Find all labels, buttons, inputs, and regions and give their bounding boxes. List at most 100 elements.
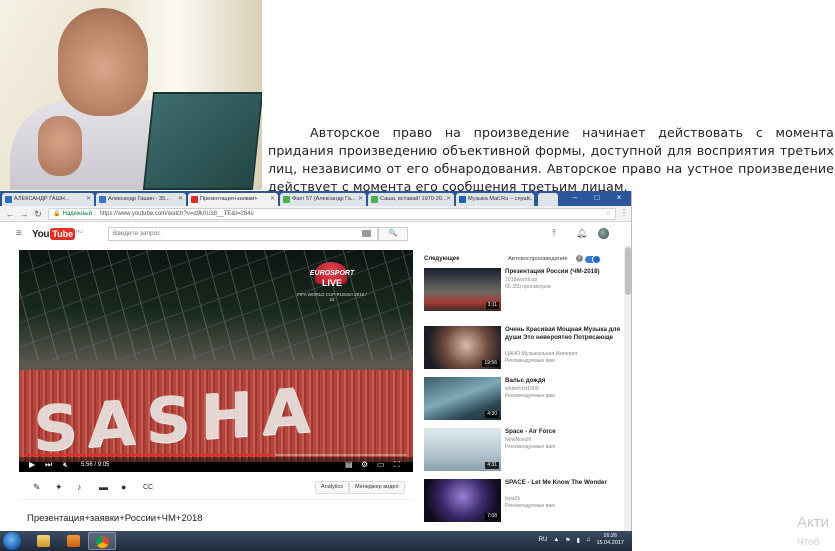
suggested-title[interactable]: Очень Красивая Мощная Музыка для души Эт…	[505, 326, 623, 341]
info-icon[interactable]: i	[576, 255, 583, 262]
browser-tab-5[interactable]: Саша, вставай! 1970-20... ✕	[368, 193, 454, 206]
suggested-channel: NewNoschi	[505, 437, 532, 443]
suggested-video-2[interactable]: 19:56 Очень Красивая Мощная Музыка для д…	[424, 326, 624, 371]
maximize-button[interactable]: □	[586, 192, 608, 204]
photo-book	[142, 92, 262, 190]
subtitles-icon[interactable]: ▤	[345, 459, 353, 470]
scrollbar-thumb[interactable]	[625, 247, 631, 295]
flag-icon[interactable]: ⚑	[565, 537, 570, 544]
tab-close-icon[interactable]: ✕	[526, 193, 531, 206]
activation-watermark: Акти	[797, 514, 829, 531]
screen: Авторское право на произведение начинает…	[0, 0, 835, 551]
suggested-views: Рекомендуемые вам	[505, 393, 555, 399]
back-arrow-icon[interactable]: ←	[4, 207, 16, 221]
url-text: https://www.youtube.com/watch?v=d9k0Us8_…	[99, 211, 254, 217]
address-bar: ← → ↻ 🔒 Надежный | https://www.youtube.com/…	[0, 206, 631, 222]
upload-icon[interactable]: ⤒	[552, 228, 556, 239]
suggested-video-5[interactable]: 7:08 SPACE - Let Me Know The Wonder lepa…	[424, 479, 624, 524]
suggested-title[interactable]: Вальс дождя	[505, 377, 623, 385]
tab-label: Презентация+заявки+	[200, 196, 258, 202]
browser-menu-icon[interactable]: ⋮	[620, 208, 628, 217]
video-duration: 4:31	[485, 462, 499, 469]
language-indicator[interactable]: RU	[539, 537, 548, 543]
tab-label: АЛЕКСАНДР ГАШН...	[14, 196, 70, 202]
browser-tab-1[interactable]: АЛЕКСАНДР ГАШН... ✕	[2, 193, 94, 206]
suggested-video-3[interactable]: 4:30 Вальс дождя whitefrost1000 Рекоменд…	[424, 377, 624, 422]
suggested-video-4[interactable]: 4:31 Space - Air Force NewNoschi Рекомен…	[424, 428, 624, 473]
tab-favicon	[283, 196, 290, 203]
volume-icon[interactable]: ♫	[586, 537, 591, 543]
next-icon[interactable]: ⏭	[45, 459, 52, 470]
keyboard-icon[interactable]	[362, 230, 371, 237]
new-tab-button[interactable]	[538, 193, 558, 206]
webcam-photo	[0, 0, 262, 190]
annotations-icon[interactable]: ▬	[99, 482, 108, 492]
subtitles-cc-icon[interactable]: CC	[143, 484, 153, 491]
tab-close-icon[interactable]: ✕	[86, 193, 91, 206]
suggested-title[interactable]: SPACE - Let Me Know The Wonder	[505, 479, 623, 487]
chrome-taskbar-button[interactable]	[88, 532, 116, 550]
browser-tab-4[interactable]: Факт 57 (Александр Га... ✕	[280, 193, 366, 206]
bookmark-star-icon[interactable]: ☆	[606, 209, 611, 219]
theater-mode-icon[interactable]: ▭	[377, 459, 385, 470]
video-thumbnail[interactable]: 4:30	[424, 377, 501, 420]
suggested-title[interactable]: Презентация России (ЧМ-2018)	[505, 268, 623, 276]
explorer-taskbar-button[interactable]	[30, 532, 58, 550]
tray-arrow-icon[interactable]: ▲	[553, 537, 559, 543]
suggested-title[interactable]: Space - Air Force	[505, 428, 623, 436]
suggested-video-1[interactable]: 3:11 Презентация России (ЧМ-2018) 2018wo…	[424, 268, 624, 313]
search-button[interactable]: 🔍	[378, 227, 408, 241]
browser-tab-3-active[interactable]: Презентация+заявки+ ✕	[188, 193, 278, 206]
suggested-channel: lepa2k	[505, 496, 521, 502]
browser-tab-6[interactable]: Музыка Mail.Ru – слуш... ✕	[456, 193, 534, 206]
network-icon[interactable]: ▮	[577, 537, 580, 544]
system-clock[interactable]: 16:26 15.04.2017	[596, 533, 624, 547]
media-player-taskbar-button[interactable]	[60, 532, 88, 550]
video-thumbnail[interactable]: 7:08	[424, 479, 501, 522]
url-field[interactable]: 🔒 Надежный | https://www.youtube.com/watch?…	[48, 208, 616, 220]
autoplay-label: Автовоспроизведение	[508, 256, 568, 262]
browser-tab-2[interactable]: Александр Гашин - 35... ✕	[96, 193, 186, 206]
forward-arrow-icon[interactable]: →	[18, 207, 30, 221]
lock-icon: 🔒	[53, 211, 61, 217]
video-title: Презентация+заявки+России+ЧМ+2018	[27, 513, 203, 524]
windows-taskbar: RU ▲ ⚑ ▮ ♫ 16:26 15.04.2017	[0, 531, 632, 551]
progress-bar[interactable]	[25, 454, 407, 456]
youtube-logo[interactable]: You Tube RU	[32, 227, 83, 241]
play-icon[interactable]: ▶	[29, 459, 35, 470]
time-total: 9:05	[97, 462, 110, 468]
tab-close-icon[interactable]: ✕	[446, 193, 451, 206]
video-thumbnail[interactable]: 3:11	[424, 268, 501, 311]
tab-close-icon[interactable]: ✕	[358, 193, 363, 206]
edit-pencil-icon[interactable]: ✎	[33, 482, 41, 493]
guide-menu-icon[interactable]: ≡	[16, 228, 22, 239]
progress-fill	[25, 454, 275, 456]
video-action-bar: ✎ ✦ ♪ ▬ ● CC Analytics Менеджер видео	[19, 476, 413, 500]
logo-you: You	[32, 228, 50, 240]
suggested-views: 65 350 просмотров	[505, 284, 551, 290]
mute-icon[interactable]: 🔇︎	[63, 459, 68, 470]
search-input[interactable]: Введите запрос	[108, 227, 378, 241]
video-player[interactable]: SASHA EUROSPORT LIVE FIFA WORLD CUP RUSS…	[19, 250, 413, 472]
page-scrollbar[interactable]	[624, 245, 631, 531]
enhance-wand-icon[interactable]: ✦	[55, 482, 63, 493]
minimize-button[interactable]: –	[564, 192, 586, 204]
video-duration: 7:08	[485, 513, 499, 520]
video-thumbnail[interactable]: 4:31	[424, 428, 501, 471]
analytics-button[interactable]: Analytics	[315, 481, 350, 494]
eurosport-live: LIVE	[321, 278, 342, 288]
fullscreen-icon[interactable]: ⛶	[394, 459, 400, 470]
video-thumbnail[interactable]: 19:56	[424, 326, 501, 369]
video-manager-button[interactable]: Менеджер видео	[349, 481, 405, 494]
audio-note-icon[interactable]: ♪	[77, 482, 82, 492]
reload-icon[interactable]: ↻	[32, 207, 44, 221]
start-button[interactable]	[3, 532, 21, 550]
settings-gear-icon[interactable]: ⚙	[361, 459, 368, 470]
autoplay-toggle[interactable]	[585, 255, 601, 264]
tab-close-icon[interactable]: ✕	[270, 193, 275, 206]
tab-close-icon[interactable]: ✕	[178, 193, 183, 206]
avatar[interactable]	[598, 228, 609, 239]
info-cards-icon[interactable]: ●	[121, 482, 126, 492]
close-window-button[interactable]: ×	[608, 192, 630, 204]
notifications-bell-icon[interactable]: 🔔︎	[576, 228, 587, 239]
